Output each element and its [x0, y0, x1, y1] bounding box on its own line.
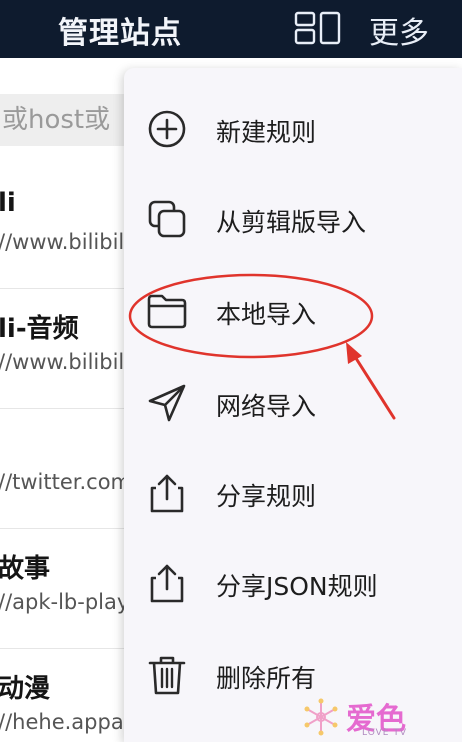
menu-item-label: 从剪辑版导入	[216, 208, 367, 237]
site-name: 动漫	[0, 674, 51, 704]
menu-item-label: 本地导入	[216, 300, 317, 329]
watermark-logo: 爱色 LOVE TV	[302, 694, 432, 742]
menu-item-label: 分享JSON规则	[216, 572, 378, 601]
site-name: li-音频	[0, 314, 79, 344]
menu-item-new-rule[interactable]: 新建规则	[124, 84, 462, 174]
search-input[interactable]	[0, 94, 140, 146]
list-item[interactable]: 动漫 //hehe.appabi.cc	[0, 648, 173, 742]
list-item[interactable]: li-音频 //www.bilibili	[0, 288, 140, 409]
share-icon	[150, 564, 184, 603]
menu-item-label: 网络导入	[216, 392, 317, 421]
page-title: 管理站点	[58, 16, 182, 51]
top-app-bar: 管理站点 更多	[0, 0, 462, 58]
menu-item-label: 删除所有	[216, 664, 317, 693]
screen: 管理站点 更多 li //www.bilibili li-音频 //www.bi…	[0, 0, 462, 742]
site-url: //www.bilibili	[0, 230, 131, 254]
menu-item-label: 新建规则	[216, 118, 317, 147]
menu-item-label: 分享规则	[216, 482, 317, 511]
site-name: li	[0, 188, 16, 218]
share-icon	[150, 474, 184, 513]
menu-item-import-clipboard[interactable]: 从剪辑版导入	[124, 174, 462, 264]
add-circle-icon	[148, 110, 186, 148]
more-button[interactable]: 更多	[369, 8, 429, 52]
site-url: //twitter.com	[0, 470, 132, 494]
menu-item-share-json-rule[interactable]: 分享JSON规则	[124, 538, 462, 628]
folder-icon	[147, 294, 187, 329]
copy-icon	[148, 200, 186, 238]
site-name: 故事	[0, 554, 51, 584]
list-item[interactable]: //twitter.com	[0, 408, 140, 529]
menu-item-local-import[interactable]: 本地导入	[124, 266, 462, 356]
list-item[interactable]: li //www.bilibili	[0, 168, 140, 289]
layout-toggle-icon[interactable]	[294, 10, 342, 46]
list-item[interactable]: 故事 //apk-lb-play	[0, 528, 140, 649]
search-box[interactable]	[0, 94, 140, 146]
menu-item-share-rule[interactable]: 分享规则	[124, 448, 462, 538]
menu-item-network-import[interactable]: 网络导入	[124, 358, 462, 448]
watermark-subtext: LOVE TV	[362, 728, 407, 738]
site-url: //www.bilibili	[0, 350, 131, 374]
snowflake-icon	[304, 698, 338, 736]
more-menu: 新建规则 从剪辑版导入 本地导入 网络导入 分享规则 分享JSON规则 删除所有	[124, 68, 462, 742]
site-url: //apk-lb-play	[0, 590, 130, 614]
trash-icon	[148, 656, 186, 695]
send-icon	[148, 384, 186, 422]
